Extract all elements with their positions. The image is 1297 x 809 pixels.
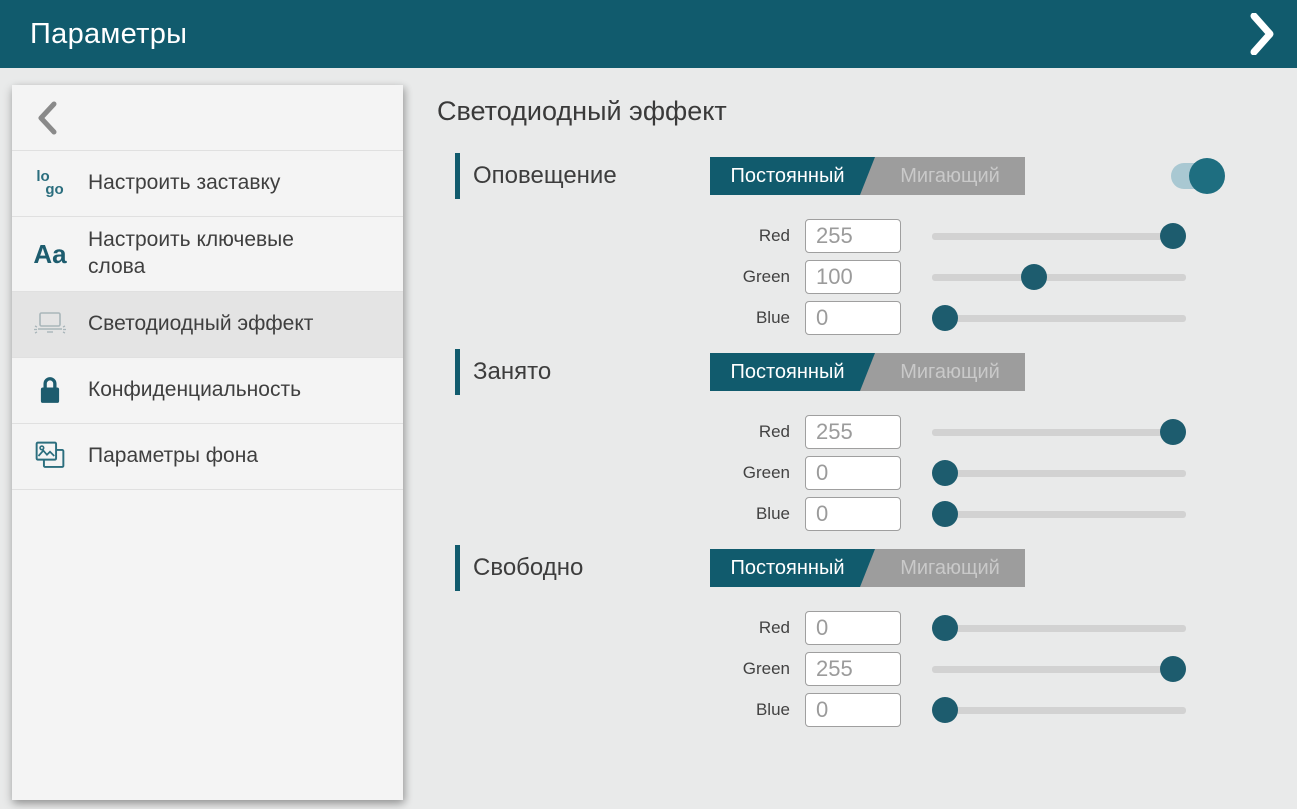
mode-blinking-button[interactable]: Мигающий: [875, 353, 1025, 391]
slider-knob[interactable]: [932, 501, 958, 527]
channel-label: Green: [435, 463, 790, 483]
sidebar-item-led-effect[interactable]: Светодиодный эффект: [12, 292, 403, 358]
mode-segmented-control: Постоянный Мигающий: [710, 157, 1025, 195]
blue-value-input[interactable]: [805, 693, 901, 727]
slider-knob[interactable]: [932, 305, 958, 331]
channel-label: Green: [435, 267, 790, 287]
led-effect-panel: Светодиодный эффект Оповещение Постоянны…: [435, 96, 1297, 741]
slider-track: [932, 707, 1186, 714]
slider-knob[interactable]: [932, 460, 958, 486]
slider-knob[interactable]: [1160, 419, 1186, 445]
blue-slider[interactable]: [932, 697, 1186, 723]
notification-toggle-switch[interactable]: [1171, 158, 1225, 194]
blue-value-input[interactable]: [805, 497, 901, 531]
sidebar-item-splash-screen[interactable]: lo go Настроить заставку: [12, 151, 403, 217]
red-value-input[interactable]: [805, 219, 901, 253]
green-slider[interactable]: [932, 656, 1186, 682]
sidebar-item-label: Светодиодный эффект: [88, 311, 313, 338]
green-value-input[interactable]: [805, 456, 901, 490]
channel-row-green: Green: [435, 648, 1297, 689]
sidebar-back-button[interactable]: [12, 85, 403, 151]
channel-label: Blue: [435, 308, 790, 328]
mode-segmented-control: Постоянный Мигающий: [710, 549, 1025, 587]
red-value-input[interactable]: [805, 415, 901, 449]
section-notification: Оповещение Постоянный Мигающий Red Green: [435, 153, 1297, 338]
channel-row-blue: Blue: [435, 493, 1297, 534]
green-slider[interactable]: [932, 264, 1186, 290]
green-value-input[interactable]: [805, 652, 901, 686]
channel-label: Blue: [435, 700, 790, 720]
channel-row-green: Green: [435, 452, 1297, 493]
sidebar-item-label: Настроить заставку: [88, 170, 280, 197]
channel-row-blue: Blue: [435, 297, 1297, 338]
chevron-right-icon[interactable]: [1247, 13, 1277, 55]
channel-label: Blue: [435, 504, 790, 524]
slider-knob[interactable]: [1160, 656, 1186, 682]
mode-solid-button[interactable]: Постоянный: [710, 157, 875, 195]
slider-knob[interactable]: [932, 615, 958, 641]
section-busy: Занято Постоянный Мигающий Red Green: [435, 349, 1297, 534]
page-title: Параметры: [30, 18, 187, 51]
red-value-input[interactable]: [805, 611, 901, 645]
keywords-aa-icon: Aa: [12, 241, 88, 267]
sidebar-item-privacy[interactable]: Конфиденциальность: [12, 358, 403, 424]
sidebar-item-label: Настроить ключевые слова: [88, 227, 333, 281]
mode-solid-button[interactable]: Постоянный: [710, 549, 875, 587]
section-title: Занято: [473, 358, 710, 386]
chevron-right-icon-svg: [1247, 13, 1277, 55]
channel-label: Green: [435, 659, 790, 679]
slider-track: [932, 511, 1186, 518]
slider-track: [932, 625, 1186, 632]
channel-row-blue: Blue: [435, 689, 1297, 730]
app-header: Параметры: [0, 0, 1297, 68]
slider-track: [932, 274, 1186, 281]
panel-title: Светодиодный эффект: [437, 96, 1297, 127]
mode-blinking-button[interactable]: Мигающий: [875, 549, 1025, 587]
slider-track: [932, 470, 1186, 477]
slider-knob[interactable]: [932, 697, 958, 723]
slider-track: [932, 429, 1186, 436]
sidebar-item-background[interactable]: Параметры фона: [12, 424, 403, 490]
channel-row-green: Green: [435, 256, 1297, 297]
channel-label: Red: [435, 422, 790, 442]
channel-label: Red: [435, 618, 790, 638]
section-title: Оповещение: [473, 162, 710, 190]
blue-slider[interactable]: [932, 305, 1186, 331]
sidebar-item-label: Параметры фона: [88, 443, 258, 470]
slider-knob[interactable]: [1160, 223, 1186, 249]
channel-row-red: Red: [435, 607, 1297, 648]
section-accent-bar: [455, 545, 460, 591]
logo-icon: lo go: [12, 171, 88, 197]
mode-segmented-control: Постоянный Мигающий: [710, 353, 1025, 391]
switch-knob: [1189, 158, 1225, 194]
blue-value-input[interactable]: [805, 301, 901, 335]
section-free: Свободно Постоянный Мигающий Red Green: [435, 545, 1297, 730]
channel-row-red: Red: [435, 411, 1297, 452]
slider-track: [932, 315, 1186, 322]
sidebar-item-keywords[interactable]: Aa Настроить ключевые слова: [12, 217, 403, 292]
mode-solid-button[interactable]: Постоянный: [710, 353, 875, 391]
channel-row-red: Red: [435, 215, 1297, 256]
slider-knob[interactable]: [1021, 264, 1047, 290]
sidebar-item-label: Конфиденциальность: [88, 377, 301, 404]
chevron-left-icon: [36, 101, 58, 135]
channel-label: Red: [435, 226, 790, 246]
lock-icon: [12, 374, 88, 406]
red-slider[interactable]: [932, 615, 1186, 641]
slider-track: [932, 666, 1186, 673]
background-images-icon: [12, 439, 88, 473]
settings-sidebar: lo go Настроить заставку Aa Настроить кл…: [12, 85, 403, 800]
mode-blinking-button[interactable]: Мигающий: [875, 157, 1025, 195]
led-screen-icon: [12, 310, 88, 338]
logo-icon-bottom-text: go: [45, 184, 63, 197]
blue-slider[interactable]: [932, 501, 1186, 527]
slider-track: [932, 233, 1186, 240]
green-slider[interactable]: [932, 460, 1186, 486]
green-value-input[interactable]: [805, 260, 901, 294]
red-slider[interactable]: [932, 223, 1186, 249]
section-accent-bar: [455, 153, 460, 199]
section-title: Свободно: [473, 554, 710, 582]
section-accent-bar: [455, 349, 460, 395]
red-slider[interactable]: [932, 419, 1186, 445]
